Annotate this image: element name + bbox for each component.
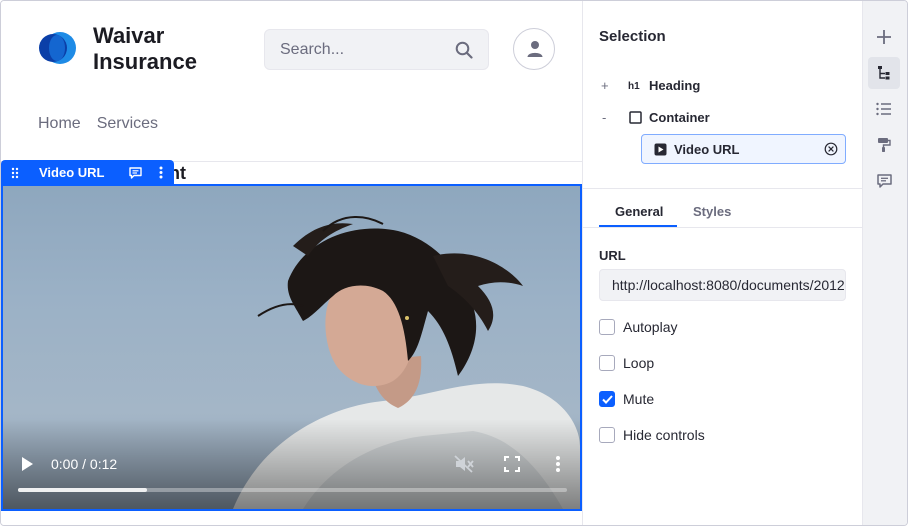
video-options-icon[interactable] xyxy=(555,455,561,473)
tree-item-label: Container xyxy=(649,109,710,125)
collapse-toggle[interactable]: - xyxy=(602,110,616,125)
tree-item-container[interactable]: - Container xyxy=(602,109,710,125)
brand-line-1: Waivar xyxy=(93,23,165,48)
nav-link-home[interactable]: Home xyxy=(38,115,81,133)
panel-title: Selection xyxy=(599,28,666,45)
fullscreen-icon[interactable] xyxy=(504,456,520,472)
comment-icon xyxy=(876,174,892,188)
page-structure-button[interactable] xyxy=(868,57,900,89)
page-canvas: Waivar Insurance Home Services nt xyxy=(1,1,582,525)
comments-button[interactable] xyxy=(868,165,900,197)
svg-text:h1: h1 xyxy=(628,81,640,90)
list-icon xyxy=(876,102,891,116)
mute-checkbox[interactable] xyxy=(599,391,615,407)
autoplay-label: Autoplay xyxy=(623,319,678,335)
main-nav: Home Services xyxy=(38,115,158,133)
logo-icon xyxy=(39,32,76,64)
expand-toggle[interactable]: + xyxy=(601,78,615,93)
video-time: 0:00 / 0:12 xyxy=(51,456,118,472)
theme-button[interactable] xyxy=(868,129,900,161)
sidebar-toolbar xyxy=(862,1,907,525)
play-icon[interactable] xyxy=(20,456,34,472)
mute-label: Mute xyxy=(623,391,655,407)
add-fragment-button[interactable] xyxy=(868,21,900,53)
tree-item-label: Video URL xyxy=(674,141,740,157)
active-tab-indicator xyxy=(599,225,677,227)
autoplay-option[interactable]: Autoplay xyxy=(599,319,677,335)
brand-line-2: Insurance xyxy=(93,49,197,74)
search-input[interactable] xyxy=(280,30,450,69)
tree-structure-icon xyxy=(878,66,890,80)
fragment-topper-label: Video URL xyxy=(39,165,105,180)
panel-tabs: General Styles xyxy=(583,201,863,228)
tab-styles[interactable]: Styles xyxy=(693,204,731,219)
comment-icon[interactable] xyxy=(122,166,148,179)
user-avatar-button[interactable] xyxy=(513,28,555,70)
page-design-options-button[interactable] xyxy=(868,93,900,125)
muted-icon[interactable] xyxy=(454,455,474,473)
panel-divider xyxy=(583,188,863,189)
brand-name[interactable]: Waivar Insurance xyxy=(93,23,197,75)
mute-option[interactable]: Mute xyxy=(599,391,654,407)
tree-item-video-url[interactable]: Video URL xyxy=(641,134,846,164)
video-player[interactable]: 0:00 / 0:12 xyxy=(1,184,582,511)
selection-panel: Selection + h1 Heading - Container Video… xyxy=(582,1,863,525)
loop-label: Loop xyxy=(623,355,655,371)
plus-icon xyxy=(877,30,891,44)
search-box xyxy=(264,29,489,70)
fragment-topper[interactable]: Video URL xyxy=(1,160,174,185)
url-field[interactable] xyxy=(599,269,846,301)
tree-item-label: Heading xyxy=(649,77,701,93)
video-progress-bar[interactable] xyxy=(18,488,567,492)
url-label: URL xyxy=(599,248,626,263)
nav-link-services[interactable]: Services xyxy=(97,115,158,133)
kebab-menu-icon[interactable] xyxy=(148,166,174,179)
app-window: Waivar Insurance Home Services nt xyxy=(0,0,908,526)
checkmark-icon xyxy=(601,394,613,404)
video-icon xyxy=(652,141,668,157)
hide-controls-option[interactable]: Hide controls xyxy=(599,427,705,443)
tab-general[interactable]: General xyxy=(615,204,663,219)
drag-handle-icon[interactable] xyxy=(1,167,29,179)
paint-roller-icon xyxy=(878,138,891,152)
loop-checkbox[interactable] xyxy=(599,355,615,371)
video-progress-fill xyxy=(18,488,147,492)
hide-controls-label: Hide controls xyxy=(623,427,705,443)
hide-controls-checkbox[interactable] xyxy=(599,427,615,443)
loop-option[interactable]: Loop xyxy=(599,355,654,371)
deselect-icon[interactable] xyxy=(824,142,838,156)
autoplay-checkbox[interactable] xyxy=(599,319,615,335)
search-icon[interactable] xyxy=(455,41,473,59)
tree-item-heading[interactable]: + h1 Heading xyxy=(601,77,700,93)
container-icon xyxy=(627,109,643,125)
user-icon xyxy=(527,41,543,57)
heading-h1-icon: h1 xyxy=(627,77,643,93)
